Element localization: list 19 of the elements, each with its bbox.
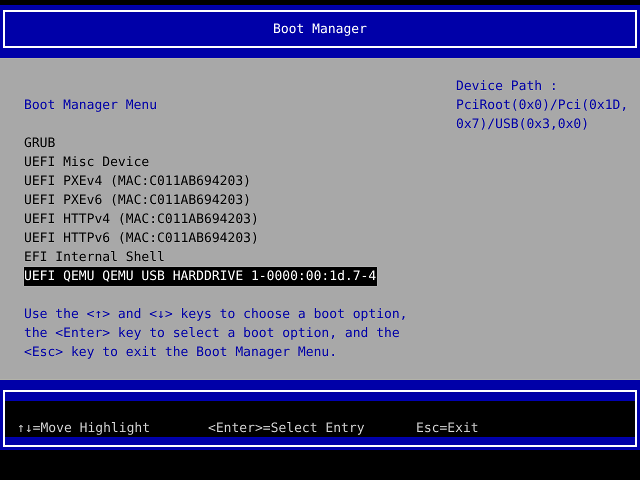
device-path-value: PciRoot(0x0)/Pci(0x1D, — [456, 97, 630, 115]
boot-option[interactable]: UEFI QEMU QEMU USB HARDDRIVE 1-0000:00:1d.7-4 — [24, 267, 378, 286]
boot-option[interactable]: UEFI PXEv6 (MAC:C011AB694203) — [24, 191, 252, 210]
key-hint: <Enter>=Select Entry — [208, 421, 366, 436]
window-title: Boot Manager — [273, 22, 367, 36]
help-text: Use the <↑> and <↓> keys to choose a boot option, — [24, 306, 409, 324]
menu-title: Boot Manager Menu — [24, 97, 158, 115]
help-text: <Esc> key to exit the Boot Manager Menu. — [24, 344, 338, 362]
boot-option[interactable]: GRUB — [24, 134, 56, 153]
help-text: the <Enter> key to select a boot option, and the — [24, 325, 401, 343]
boot-option[interactable]: UEFI HTTPv6 (MAC:C011AB694203) — [24, 229, 260, 248]
boot-option[interactable]: UEFI Misc Device — [24, 153, 150, 172]
device-path-label: Device Path : — [456, 78, 559, 96]
device-path-value: 0x7)/USB(0x3,0x0) — [456, 116, 590, 134]
boot-option[interactable]: EFI Internal Shell — [24, 248, 166, 267]
key-hint: ↑↓=Move Highlight — [17, 421, 152, 436]
boot-option[interactable]: UEFI PXEv4 (MAC:C011AB694203) — [24, 172, 252, 191]
key-hint: Esc=Exit — [416, 421, 479, 436]
boot-option[interactable]: UEFI HTTPv4 (MAC:C011AB694203) — [24, 210, 260, 229]
